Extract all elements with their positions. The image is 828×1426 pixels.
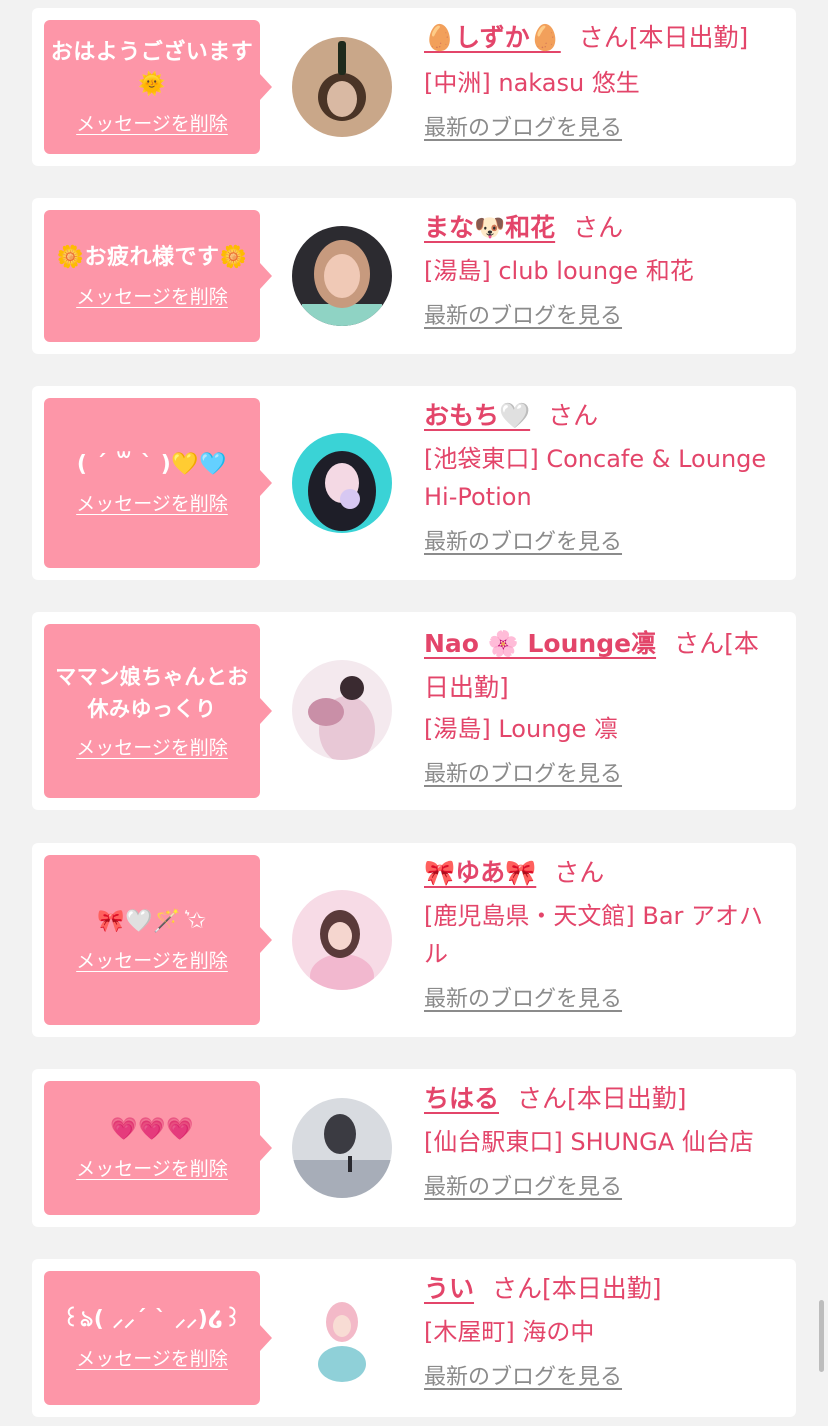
- favorite-card: ( ´ ꒳ ` )💛🩵 メッセージを削除 おもち🤍 さん [池袋東口] Conca…: [32, 386, 796, 580]
- favorite-card: 🎀🤍🪄 ͛✩ メッセージを削除 🎀ゆあ🎀 さん [鹿児島県・天文館] Bar アオ…: [32, 843, 796, 1037]
- message-bubble: ママン娘ちゃんとお休みゆっくり メッセージを削除: [44, 624, 272, 798]
- favorite-card: ママン娘ちゃんとお休みゆっくり メッセージを削除 Nao 🌸 Lounge凛 さん…: [32, 612, 796, 810]
- message-bubble: 💗💗💗 メッセージを削除: [44, 1081, 272, 1215]
- avatar[interactable]: [292, 1288, 392, 1388]
- shop-name: [仙台駅東口] SHUNGA 仙台店: [424, 1128, 754, 1156]
- shop-name: [湯島] club lounge 和花: [424, 257, 694, 285]
- message-text: 🎀🤍🪄 ͛✩: [97, 909, 207, 934]
- shop-name: [木屋町] 海の中: [424, 1318, 595, 1346]
- favorite-card: ꒰ঌ( ⸝⸝´ ` ⸝⸝)໒꒱ メッセージを削除 うい さん[本日出勤] [木屋町…: [32, 1259, 796, 1417]
- avatar-flower: [340, 489, 360, 509]
- name-line: 🥚しずか🥚 さん[本日出勤]: [424, 18, 782, 58]
- message-bubble: 🎀🤍🪄 ͛✩ メッセージを削除: [44, 855, 272, 1025]
- latest-blog-link[interactable]: 最新のブログを見る: [424, 302, 622, 332]
- delete-message-link[interactable]: メッセージを削除: [76, 1156, 228, 1182]
- cast-name-link[interactable]: まな🐶和花: [424, 213, 555, 242]
- avatar-bottle: [338, 41, 346, 75]
- avatar-face: [333, 1315, 351, 1337]
- cast-info: まな🐶和花 さん [湯島] club lounge 和花 最新のブログを見る: [424, 208, 782, 332]
- honorific: さん: [492, 1274, 543, 1303]
- cast-name-link[interactable]: Nao 🌸 Lounge凛: [424, 629, 656, 658]
- name-line: 🎀ゆあ🎀 さん: [424, 853, 782, 893]
- message-bubble: ( ´ ꒳ ` )💛🩵 メッセージを削除: [44, 398, 272, 568]
- cast-info: うい さん[本日出勤] [木屋町] 海の中 最新のブログを見る: [424, 1269, 782, 1393]
- avatar-face: [328, 922, 352, 950]
- shop-name: [湯島] Lounge 凛: [424, 715, 619, 743]
- cast-name-link[interactable]: ちはる: [424, 1084, 499, 1113]
- honorific: さん: [578, 23, 629, 52]
- avatar-dress: [318, 1346, 366, 1382]
- shop-name: [中洲] nakasu 悠生: [424, 69, 640, 97]
- message-bubble: ꒰ঌ( ⸝⸝´ ` ⸝⸝)໒꒱ メッセージを削除: [44, 1271, 272, 1405]
- message-text: 🌼お疲れ様です🌼: [56, 245, 248, 270]
- message-bubble: おはようございます🌞 メッセージを削除: [44, 20, 272, 154]
- message-text: おはようございます🌞: [50, 40, 254, 97]
- message-text: ꒰ঌ( ⸝⸝´ ` ⸝⸝)໒꒱: [62, 1307, 242, 1332]
- shop-name: [鹿児島県・天文館] Bar アオハル: [424, 902, 764, 968]
- avatar[interactable]: [292, 890, 392, 990]
- honorific: さん: [674, 629, 725, 658]
- latest-blog-link[interactable]: 最新のブログを見る: [424, 985, 622, 1015]
- avatar-ground: [292, 1160, 392, 1198]
- delete-message-link[interactable]: メッセージを削除: [76, 111, 228, 137]
- shop-name: [池袋東口] Concafe & Lounge Hi-Potion: [424, 445, 767, 511]
- honorific: さん: [573, 213, 624, 242]
- message-text: ( ´ ꒳ ` )💛🩵: [76, 452, 228, 477]
- delete-message-link[interactable]: メッセージを削除: [76, 735, 228, 761]
- avatar[interactable]: [292, 660, 392, 760]
- latest-blog-link[interactable]: 最新のブログを見る: [424, 1363, 622, 1393]
- name-line: ちはる さん[本日出勤]: [424, 1079, 782, 1119]
- delete-message-link[interactable]: メッセージを削除: [76, 1346, 228, 1372]
- avatar[interactable]: [292, 1098, 392, 1198]
- delete-message-link[interactable]: メッセージを削除: [76, 491, 228, 517]
- honorific: さん: [548, 401, 599, 430]
- scrollbar[interactable]: [819, 1300, 824, 1372]
- favorite-card: 🌼お疲れ様です🌼 メッセージを削除 まな🐶和花 さん [湯島] club loun…: [32, 198, 796, 354]
- cast-info: Nao 🌸 Lounge凛 さん[本日出勤] [湯島] Lounge 凛 最新のブ…: [424, 622, 782, 790]
- avatar[interactable]: [292, 37, 392, 137]
- message-bubble: 🌼お疲れ様です🌼 メッセージを削除: [44, 210, 272, 342]
- name-line: うい さん[本日出勤]: [424, 1269, 782, 1309]
- delete-message-link[interactable]: メッセージを削除: [76, 948, 228, 974]
- message-text: 💗💗💗: [110, 1117, 194, 1142]
- honorific: さん: [517, 1084, 568, 1113]
- avatar-person: [348, 1156, 352, 1172]
- avatar[interactable]: [292, 226, 392, 326]
- favorite-card: 💗💗💗 メッセージを削除 ちはる さん[本日出勤] [仙台駅東口] SHUNGA …: [32, 1069, 796, 1227]
- on-duty-label: [本日出勤]: [567, 1084, 687, 1113]
- cast-info: 🎀ゆあ🎀 さん [鹿児島県・天文館] Bar アオハル 最新のブログを見る: [424, 853, 782, 1015]
- cast-name-link[interactable]: おもち🤍: [424, 401, 530, 430]
- cast-info: おもち🤍 さん [池袋東口] Concafe & Lounge Hi-Potion…: [424, 396, 782, 558]
- name-line: Nao 🌸 Lounge凛 さん[本日出勤]: [424, 622, 782, 710]
- latest-blog-link[interactable]: 最新のブログを見る: [424, 1173, 622, 1203]
- avatar-figure: [324, 1114, 356, 1154]
- avatar-fan: [308, 698, 344, 726]
- cast-name-link[interactable]: 🎀ゆあ🎀: [424, 858, 536, 887]
- on-duty-label: [本日出勤]: [628, 23, 749, 52]
- avatar-face: [324, 254, 360, 298]
- latest-blog-link[interactable]: 最新のブログを見る: [424, 114, 622, 144]
- cast-info: 🥚しずか🥚 さん[本日出勤] [中洲] nakasu 悠生 最新のブログを見る: [424, 18, 782, 144]
- latest-blog-link[interactable]: 最新のブログを見る: [424, 528, 622, 558]
- avatar[interactable]: [292, 433, 392, 533]
- avatar-head: [340, 676, 364, 700]
- honorific: さん: [554, 858, 605, 887]
- favorite-card: おはようございます🌞 メッセージを削除 🥚しずか🥚 さん[本日出勤] [中洲] n…: [32, 8, 796, 166]
- cast-name-link[interactable]: うい: [424, 1274, 474, 1303]
- message-text: ママン娘ちゃんとお休みゆっくり: [55, 665, 249, 721]
- latest-blog-link[interactable]: 最新のブログを見る: [424, 760, 622, 790]
- name-line: まな🐶和花 さん: [424, 208, 782, 248]
- cast-info: ちはる さん[本日出勤] [仙台駅東口] SHUNGA 仙台店 最新のブログを見る: [424, 1079, 782, 1203]
- avatar-face: [327, 81, 357, 117]
- delete-message-link[interactable]: メッセージを削除: [76, 284, 228, 310]
- cast-name-link[interactable]: 🥚しずか🥚: [424, 23, 561, 52]
- name-line: おもち🤍 さん: [424, 396, 782, 436]
- on-duty-label: [本日出勤]: [542, 1274, 662, 1303]
